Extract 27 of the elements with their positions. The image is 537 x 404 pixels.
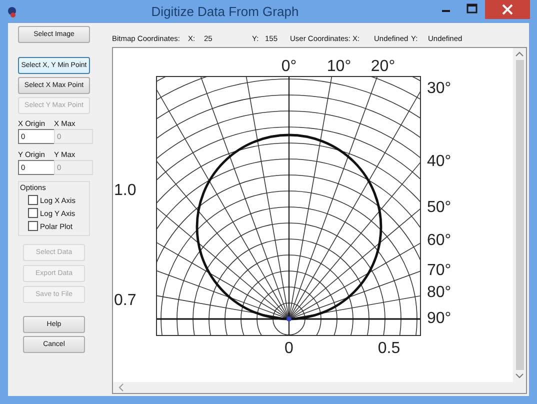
- axis-label: 1.0: [114, 182, 136, 200]
- scroll-up-icon[interactable]: [515, 51, 524, 57]
- axis-label: 0.5: [378, 340, 400, 358]
- axis-label: 0: [284, 340, 294, 358]
- app-icon: [7, 6, 17, 18]
- horizontal-scrollbar[interactable]: [113, 382, 526, 393]
- scrollbar-thumb[interactable]: [516, 60, 524, 370]
- angle-label: 50°: [427, 199, 452, 216]
- angle-label: 20°: [370, 58, 396, 76]
- angle-label: 60°: [427, 232, 452, 250]
- angle-label: 10°: [326, 58, 352, 76]
- angle-label: 80°: [427, 284, 452, 302]
- close-icon[interactable]: [485, 0, 530, 19]
- scroll-left-icon[interactable]: [118, 383, 124, 392]
- scroll-down-icon[interactable]: [515, 373, 524, 379]
- angle-label: 90°: [427, 310, 452, 328]
- checkbox[interactable]: [28, 195, 38, 205]
- checkbox[interactable]: [28, 208, 38, 218]
- angle-label: 40°: [427, 153, 452, 170]
- vertical-scrollbar[interactable]: [513, 48, 526, 382]
- window-title: Digitize Data From Graph: [150, 4, 300, 19]
- angle-label: 0°: [281, 58, 297, 76]
- angle-label: 30°: [427, 80, 452, 98]
- axis-label: 0.7: [114, 292, 136, 310]
- checkbox[interactable]: [28, 221, 38, 231]
- angle-label: 70°: [427, 262, 452, 280]
- point-marker-icon: [286, 316, 292, 322]
